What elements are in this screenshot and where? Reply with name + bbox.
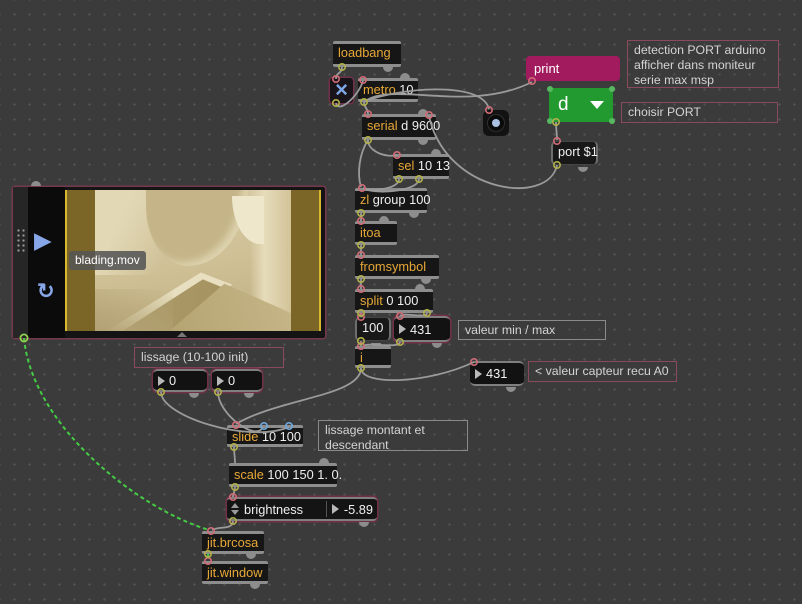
object-zl-group[interactable]: zl group 100 — [355, 188, 427, 213]
clip-name-badge: blading.mov — [69, 251, 146, 270]
number-triangle-icon — [475, 369, 482, 379]
playlist-drag-column[interactable] — [13, 187, 28, 338]
divider — [326, 501, 327, 517]
object-slide[interactable]: slide 10 100 — [227, 425, 303, 447]
umenu-port-dropdown[interactable]: d — [549, 88, 613, 122]
umenu-selected-value: d — [558, 94, 569, 116]
selection-handle — [547, 86, 553, 92]
number-triangle-icon — [158, 376, 165, 386]
clip-progress-bar-right — [319, 190, 321, 331]
comment-detection[interactable]: detection PORT arduino afficher dans mon… — [627, 40, 779, 88]
selection-handle — [609, 118, 615, 124]
object-metro[interactable]: metro 10 — [358, 78, 418, 102]
attrui-value[interactable]: -5.89 — [344, 502, 373, 517]
max-patcher-canvas: ▶ ↻ blading.mov loadbang × metro 10 seri… — [0, 0, 802, 604]
resize-handle — [31, 181, 41, 186]
bang-dot-icon — [492, 119, 500, 127]
loop-icon[interactable]: ↻ — [37, 281, 55, 302]
clip-lane-right — [291, 190, 319, 331]
object-itoa[interactable]: itoa — [355, 221, 397, 245]
number-box-capteur[interactable]: 431 — [470, 361, 524, 386]
object-jit-brcosa[interactable]: jit.brcosa — [202, 531, 264, 554]
playlist-marker — [177, 332, 187, 337]
number-triangle-icon — [217, 376, 224, 386]
dropdown-arrow-icon — [590, 101, 604, 109]
object-i[interactable]: i — [355, 346, 391, 368]
object-scale[interactable]: scale 100 150 1. 0. — [229, 463, 337, 487]
comment-lissage-init[interactable]: lissage (10-100 init) — [134, 347, 284, 368]
playlist-controls-column: ▶ ↻ — [28, 187, 65, 338]
comment-valeur-minmax[interactable]: valeur min / max — [458, 320, 606, 340]
object-jit-window[interactable]: jit.window — [202, 561, 268, 584]
number-triangle-icon — [399, 324, 406, 334]
object-serial[interactable]: serial d 9600 — [362, 114, 436, 140]
video-shape — [95, 289, 173, 331]
comment-valeur-capteur[interactable]: < valeur capteur recu A0 — [528, 361, 677, 382]
toggle-x-icon: × — [335, 77, 348, 102]
object-split[interactable]: split 0 100 — [355, 289, 433, 313]
comment-choisir-port[interactable]: choisir PORT — [621, 102, 778, 123]
object-loadbang[interactable]: loadbang — [333, 41, 401, 67]
message-box-100[interactable]: 100 — [355, 317, 391, 341]
play-icon[interactable]: ▶ — [34, 229, 52, 252]
selection-handle — [609, 86, 615, 92]
drag-handle-icon[interactable] — [16, 228, 26, 254]
number-box-minmax[interactable]: 431 — [394, 316, 450, 342]
selection-handle — [547, 118, 553, 124]
jit-playlist[interactable]: ▶ ↻ blading.mov — [13, 187, 325, 338]
object-sel[interactable]: sel 10 13 — [393, 154, 449, 179]
number-box-smooth-up[interactable]: 0 — [153, 369, 207, 392]
toggle-checkbox[interactable]: × — [330, 78, 353, 103]
comment-lissage-montant[interactable]: lissage montant et descendant — [318, 420, 468, 451]
object-print[interactable]: print — [526, 56, 620, 81]
number-box-smooth-down[interactable]: 0 — [212, 369, 262, 392]
spinner-arrows-icon[interactable] — [231, 503, 239, 515]
attrui-label: brightness — [244, 502, 303, 517]
message-box-port[interactable]: port $1 — [551, 141, 598, 165]
number-triangle-icon — [332, 504, 339, 514]
object-fromsymbol[interactable]: fromsymbol — [355, 255, 439, 279]
attrui-brightness[interactable]: brightness -5.89 — [227, 497, 377, 521]
bang-button[interactable] — [483, 110, 509, 136]
